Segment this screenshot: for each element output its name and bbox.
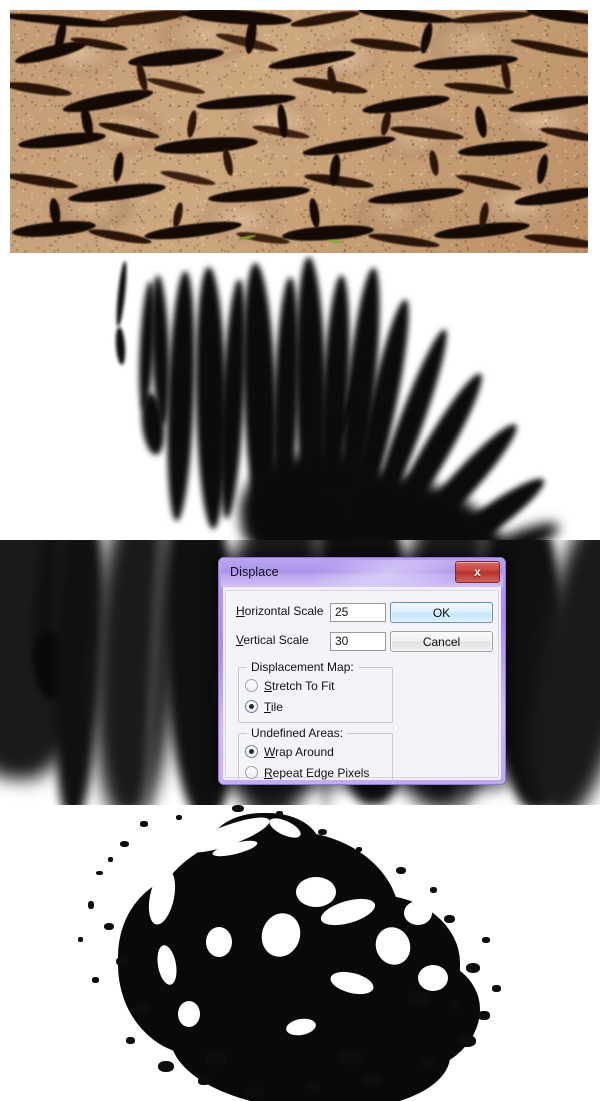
radio-tile[interactable]: Tile: [245, 698, 283, 715]
dialog-title: Displace: [230, 565, 279, 579]
close-button[interactable]: x: [455, 561, 500, 583]
displacement-map-group: Displacement Map: Stretch To Fit Tile: [238, 660, 393, 723]
horizontal-scale-input[interactable]: [330, 603, 386, 622]
radio-repeat-edge-pixels-label: Repeat Edge Pixels: [264, 765, 370, 780]
zoomed-brush-with-dialog: Displace x Horizontal Scale Vertical Sca…: [0, 540, 600, 805]
dialog-body: Horizontal Scale Vertical Scale OK Cance…: [225, 590, 499, 784]
radio-repeat-edge-pixels-dot[interactable]: [245, 766, 258, 779]
undefined-areas-group: Undefined Areas: Wrap Around Repeat Edge…: [238, 726, 393, 784]
vertical-scale-input[interactable]: [330, 632, 386, 651]
undefined-areas-group-title: Undefined Areas:: [247, 726, 348, 740]
displaced-result: [0, 805, 600, 1101]
radio-stretch-to-fit-label: Stretch To Fit: [264, 678, 335, 693]
radio-tile-label: Tile: [264, 699, 283, 714]
displace-dialog[interactable]: Displace x Horizontal Scale Vertical Sca…: [218, 557, 506, 785]
radio-stretch-to-fit-dot[interactable]: [245, 679, 258, 692]
horizontal-scale-label: Horizontal Scale: [236, 604, 324, 618]
radio-stretch-to-fit[interactable]: Stretch To Fit: [245, 677, 334, 694]
radio-wrap-around-dot[interactable]: [245, 745, 258, 758]
radio-wrap-around[interactable]: Wrap Around: [245, 743, 334, 760]
displacement-map-texture: [10, 10, 588, 253]
radio-wrap-around-label: Wrap Around: [264, 744, 334, 759]
source-brush-strokes: [0, 253, 600, 540]
ok-button[interactable]: OK: [390, 602, 493, 623]
vertical-scale-label: Vertical Scale: [236, 633, 309, 647]
radio-repeat-edge-pixels[interactable]: Repeat Edge Pixels: [245, 764, 369, 781]
dialog-title-bar[interactable]: Displace x: [221, 560, 503, 587]
displacement-map-group-title: Displacement Map:: [247, 660, 358, 674]
cancel-button[interactable]: Cancel: [390, 631, 493, 652]
radio-tile-dot[interactable]: [245, 700, 258, 713]
